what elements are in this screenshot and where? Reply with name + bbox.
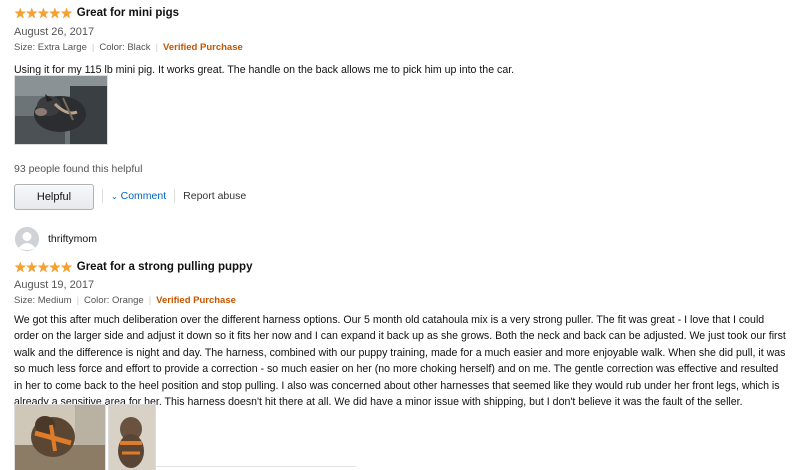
report-abuse-link[interactable]: Report abuse bbox=[183, 190, 246, 202]
user-icon bbox=[15, 227, 39, 251]
divider bbox=[174, 189, 176, 203]
review-variant-info: Size: Extra Large | Color: Black | Verified … bbox=[14, 42, 786, 53]
divider: | bbox=[91, 42, 95, 53]
review-actions: ⌄ Comment Report abuse bbox=[102, 189, 246, 203]
helpful-button[interactable]: Helpful bbox=[14, 184, 94, 210]
review-date: August 26, 2017 bbox=[14, 26, 95, 38]
chevron-down-icon: ⌄ bbox=[111, 191, 118, 201]
dog-photo-icon bbox=[109, 405, 155, 470]
review-1: ★★★★★ Great for mini pigs August 26, 2017… bbox=[14, 4, 786, 78]
star-rating[interactable]: ★★★★★ bbox=[14, 6, 73, 20]
divider: | bbox=[148, 295, 152, 306]
color-label: Color: Orange bbox=[84, 295, 144, 306]
review-date: August 19, 2017 bbox=[14, 279, 95, 291]
divider bbox=[156, 466, 356, 467]
size-label: Size: Medium bbox=[14, 295, 72, 306]
verified-purchase-badge: Verified Purchase bbox=[156, 295, 236, 306]
review-variant-info: Size: Medium | Color: Orange | Verified Purc… bbox=[14, 295, 786, 306]
review-text: Using it for my 115 lb mini pig. It work… bbox=[14, 64, 515, 76]
dog-photo-icon bbox=[15, 405, 105, 470]
reviewer-name[interactable]: thriftymom bbox=[48, 233, 97, 245]
pig-photo-icon bbox=[15, 76, 107, 144]
review-image-thumbnail[interactable] bbox=[14, 404, 106, 470]
review-image-thumbnail[interactable] bbox=[14, 75, 108, 145]
review-title[interactable]: Great for a strong pulling puppy bbox=[77, 261, 253, 273]
size-label: Size: Extra Large bbox=[14, 42, 87, 53]
review-header: ★★★★★ Great for mini pigs bbox=[14, 4, 786, 22]
review-image-thumbnail[interactable] bbox=[108, 404, 156, 470]
review-text: We got this after much deliberation over… bbox=[14, 314, 786, 409]
review-2: ★★★★★ Great for a strong pulling puppy Au… bbox=[14, 258, 786, 410]
review-title[interactable]: Great for mini pigs bbox=[77, 7, 179, 19]
divider: | bbox=[76, 295, 80, 306]
color-label: Color: Black bbox=[99, 42, 151, 53]
avatar[interactable] bbox=[15, 227, 39, 251]
verified-purchase-badge: Verified Purchase bbox=[163, 42, 243, 53]
divider bbox=[102, 189, 103, 203]
divider: | bbox=[155, 42, 159, 53]
review-header: ★★★★★ Great for a strong pulling puppy bbox=[14, 258, 786, 276]
helpful-count: 93 people found this helpful bbox=[14, 163, 143, 175]
comment-link[interactable]: ⌄ Comment bbox=[111, 190, 166, 202]
star-rating[interactable]: ★★★★★ bbox=[14, 260, 73, 274]
